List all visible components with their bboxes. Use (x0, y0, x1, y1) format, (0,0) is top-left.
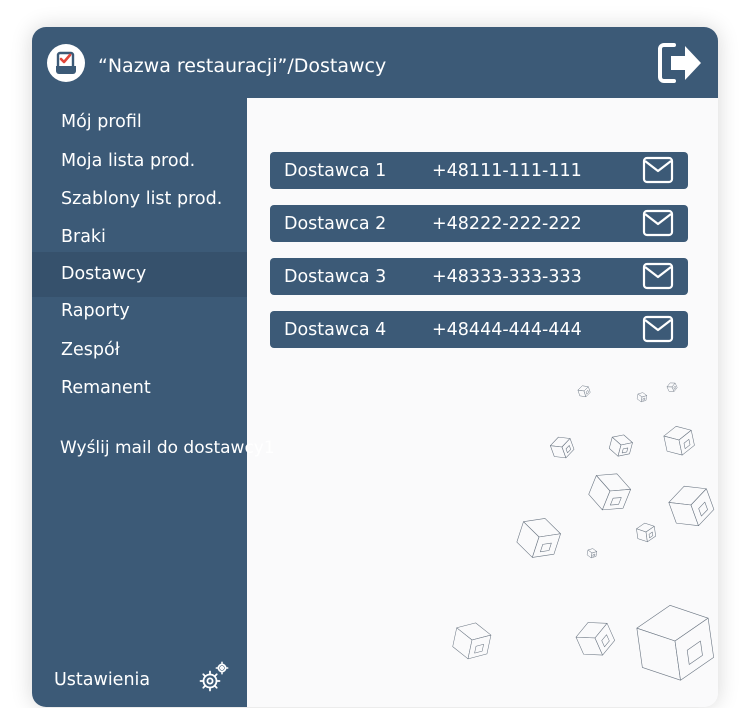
sidebar-item-label: Dostawcy (61, 264, 147, 284)
checklist-logo-icon (47, 44, 85, 82)
main-content: Dostawca 1 +48111-111-111 Dostawca 2 +48… (247, 98, 718, 707)
sidebar-item-remanent[interactable]: Remanent (32, 367, 247, 407)
sidebar-item-moj-profil[interactable]: Mój profil (32, 101, 247, 141)
settings-link[interactable]: Ustawienia (54, 670, 150, 690)
send-mail-link[interactable]: Wyślij mail do dostawcy1 (60, 438, 275, 458)
sidebar-item-label: Moja lista prod. (61, 151, 196, 171)
sidebar-item-label: Mój profil (61, 112, 142, 132)
sidebar-item-label: Szablony list prod. (61, 189, 223, 209)
sidebar-item-label: Raporty (61, 301, 130, 321)
sidebar-item-zespol[interactable]: Zespół (32, 329, 247, 369)
sidebar-item-label: Braki (61, 227, 106, 247)
header-bar: “Nazwa restauracji”/Dostawcy (32, 27, 718, 98)
gear-icon[interactable] (196, 659, 232, 695)
sidebar-item-label: Remanent (61, 378, 151, 398)
sidebar-item-label: Zespół (61, 340, 120, 360)
app-window: “Nazwa restauracji”/Dostawcy Mój profil … (32, 27, 718, 707)
sidebar-item-moja-lista-prod[interactable]: Moja lista prod. (32, 140, 247, 180)
boxes-decoration (450, 380, 718, 688)
sidebar: Mój profil Moja lista prod. Szablony lis… (32, 98, 247, 707)
sidebar-item-raporty[interactable]: Raporty (32, 290, 247, 330)
sidebar-item-szablony-list-prod[interactable]: Szablony list prod. (32, 178, 247, 218)
sidebar-item-braki[interactable]: Braki (32, 216, 247, 256)
logout-icon[interactable] (656, 41, 704, 85)
page-title: “Nazwa restauracji”/Dostawcy (98, 55, 387, 77)
